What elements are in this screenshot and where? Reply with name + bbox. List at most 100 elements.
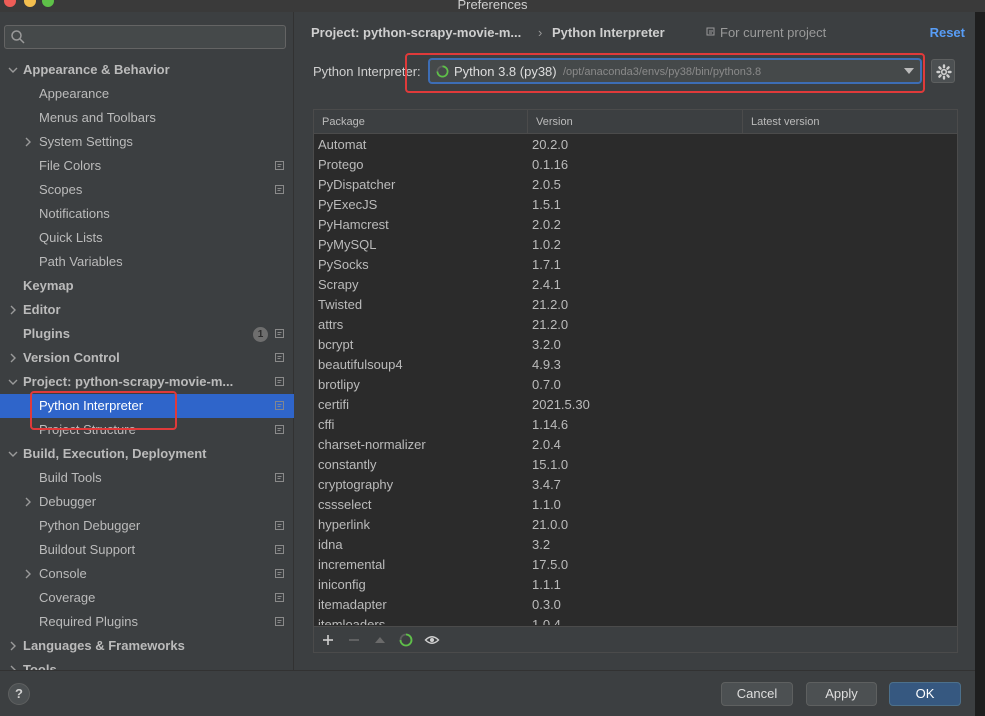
- add-package-icon[interactable]: [320, 632, 336, 648]
- sidebar-item-label: Plugins: [23, 326, 70, 341]
- table-row[interactable]: itemadapter 0.3.0: [314, 595, 957, 615]
- breadcrumb-project[interactable]: Project: python-scrapy-movie-m...: [311, 25, 521, 40]
- chevron-down-icon[interactable]: [8, 449, 18, 459]
- sidebar-item-menus-and-toolbars[interactable]: Menus and Toolbars: [0, 106, 294, 130]
- table-row[interactable]: iniconfig 1.1.1: [314, 575, 957, 595]
- reset-link[interactable]: Reset: [930, 25, 965, 40]
- table-row[interactable]: PyExecJS 1.5.1: [314, 195, 957, 215]
- column-header-latest-version[interactable]: Latest version: [743, 110, 957, 134]
- table-row[interactable]: certifi 2021.5.30: [314, 395, 957, 415]
- project-level-icon: [275, 377, 284, 386]
- chevron-right-icon[interactable]: [8, 305, 18, 315]
- ok-button[interactable]: OK: [889, 682, 961, 706]
- annotation-highlight-interpreter: [405, 53, 925, 93]
- help-button[interactable]: ?: [8, 683, 30, 705]
- table-row[interactable]: PyHamcrest 2.0.2: [314, 215, 957, 235]
- package-version: 1.7.1: [532, 257, 561, 272]
- sidebar-item-appearance[interactable]: Appearance: [0, 82, 294, 106]
- eye-icon[interactable]: [424, 632, 440, 648]
- settings-search-input[interactable]: [4, 25, 286, 49]
- apply-button[interactable]: Apply: [806, 682, 877, 706]
- sidebar-item-debugger[interactable]: Debugger: [0, 490, 294, 514]
- sidebar-item-plugins[interactable]: Plugins 1: [0, 322, 294, 346]
- upgrade-package-icon[interactable]: [372, 632, 388, 648]
- package-version: 4.9.3: [532, 357, 561, 372]
- sidebar-item-build-execution-deployment[interactable]: Build, Execution, Deployment: [0, 442, 294, 466]
- table-row[interactable]: Twisted 21.2.0: [314, 295, 957, 315]
- table-row[interactable]: constantly 15.1.0: [314, 455, 957, 475]
- table-row[interactable]: hyperlink 21.0.0: [314, 515, 957, 535]
- interpreter-settings-button[interactable]: [931, 59, 955, 83]
- column-header-version[interactable]: Version: [528, 110, 743, 134]
- sidebar-item-file-colors[interactable]: File Colors: [0, 154, 294, 178]
- table-row[interactable]: cssselect 1.1.0: [314, 495, 957, 515]
- sidebar-item-coverage[interactable]: Coverage: [0, 586, 294, 610]
- cancel-button[interactable]: Cancel: [721, 682, 793, 706]
- packages-table: Package Version Latest version Automat 20…: [313, 109, 958, 653]
- chevron-right-icon[interactable]: [8, 641, 18, 651]
- table-row[interactable]: idna 3.2: [314, 535, 957, 555]
- sidebar-item-quick-lists[interactable]: Quick Lists: [0, 226, 294, 250]
- package-name: hyperlink: [318, 517, 371, 532]
- package-version: 0.1.16: [532, 157, 569, 172]
- table-row[interactable]: Automat 20.2.0: [314, 135, 957, 155]
- remove-package-icon[interactable]: [346, 632, 362, 648]
- package-name: Scrapy: [318, 277, 359, 292]
- table-row[interactable]: Protego 0.1.16: [314, 155, 957, 175]
- package-version: 21.2.0: [532, 317, 569, 332]
- chevron-down-icon[interactable]: [8, 65, 18, 75]
- sidebar-item-buildout-support[interactable]: Buildout Support: [0, 538, 294, 562]
- chevron-right-icon[interactable]: [8, 353, 18, 363]
- table-row[interactable]: bcrypt 3.2.0: [314, 335, 957, 355]
- column-header-package[interactable]: Package: [314, 110, 528, 134]
- package-version: 0.7.0: [532, 377, 561, 392]
- package-name: idna: [318, 537, 343, 552]
- table-row[interactable]: charset-normalizer 2.0.4: [314, 435, 957, 455]
- table-row[interactable]: itemloaders 1.0.4: [314, 615, 957, 625]
- table-row[interactable]: PySocks 1.7.1: [314, 255, 957, 275]
- sidebar-item-scopes[interactable]: Scopes: [0, 178, 294, 202]
- sidebar-item-label: Build Tools: [39, 470, 102, 485]
- sidebar-item-label: Path Variables: [39, 254, 123, 269]
- sidebar-item-label: Required Plugins: [39, 614, 139, 629]
- package-name: constantly: [318, 457, 377, 472]
- project-scope-icon: [706, 27, 715, 36]
- chevron-down-icon[interactable]: [8, 377, 18, 387]
- sidebar-item-appearance-behavior[interactable]: Appearance & Behavior: [0, 58, 294, 82]
- chevron-right-icon[interactable]: [23, 497, 33, 507]
- sidebar-item-label: Version Control: [23, 350, 120, 365]
- sidebar-item-build-tools[interactable]: Build Tools: [0, 466, 294, 490]
- sidebar-item-python-debugger[interactable]: Python Debugger: [0, 514, 294, 538]
- table-row[interactable]: cffi 1.14.6: [314, 415, 957, 435]
- table-row[interactable]: PyMySQL 1.0.2: [314, 235, 957, 255]
- table-row[interactable]: brotlipy 0.7.0: [314, 375, 957, 395]
- chevron-right-icon[interactable]: [23, 137, 33, 147]
- table-row[interactable]: Scrapy 2.4.1: [314, 275, 957, 295]
- sidebar-item-system-settings[interactable]: System Settings: [0, 130, 294, 154]
- package-name: certifi: [318, 397, 350, 412]
- packages-table-header: Package Version Latest version: [314, 110, 957, 134]
- sidebar-item-label: File Colors: [39, 158, 102, 173]
- table-row[interactable]: PyDispatcher 2.0.5: [314, 175, 957, 195]
- sidebar-item-path-variables[interactable]: Path Variables: [0, 250, 294, 274]
- package-version: 2.0.2: [532, 217, 561, 232]
- package-name: incremental: [318, 557, 386, 572]
- sidebar-item-required-plugins[interactable]: Required Plugins: [0, 610, 294, 634]
- project-level-icon: [275, 569, 284, 578]
- table-row[interactable]: incremental 17.5.0: [314, 555, 957, 575]
- sidebar-item-version-control[interactable]: Version Control: [0, 346, 294, 370]
- refresh-spinner-icon[interactable]: [398, 632, 414, 648]
- sidebar-item-languages-frameworks[interactable]: Languages & Frameworks: [0, 634, 294, 658]
- table-row[interactable]: attrs 21.2.0: [314, 315, 957, 335]
- package-version: 1.14.6: [532, 417, 569, 432]
- package-version: 1.0.2: [532, 237, 561, 252]
- table-row[interactable]: beautifulsoup4 4.9.3: [314, 355, 957, 375]
- sidebar-item-notifications[interactable]: Notifications: [0, 202, 294, 226]
- sidebar-item-editor[interactable]: Editor: [0, 298, 294, 322]
- sidebar-item-console[interactable]: Console: [0, 562, 294, 586]
- project-level-icon: [275, 185, 284, 194]
- table-row[interactable]: cryptography 3.4.7: [314, 475, 957, 495]
- chevron-right-icon[interactable]: [23, 569, 33, 579]
- package-name: Protego: [318, 157, 364, 172]
- sidebar-item-keymap[interactable]: Keymap: [0, 274, 294, 298]
